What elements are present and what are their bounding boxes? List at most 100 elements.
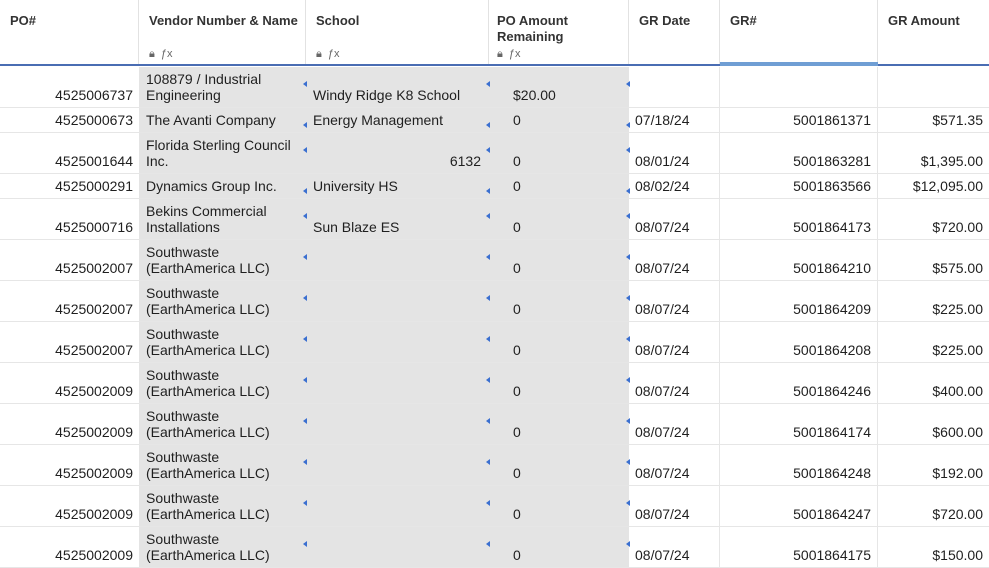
cell-gr-amount[interactable]: $225.00 <box>878 322 989 362</box>
cell-vendor[interactable]: Southwaste (EarthAmerica LLC) <box>139 281 307 321</box>
cell-gr-amount[interactable] <box>878 67 989 107</box>
cell-gr-amount[interactable]: $1,395.00 <box>878 133 989 173</box>
cell-gr-number[interactable]: 5001863281 <box>720 133 878 173</box>
cell-vendor[interactable]: Southwaste (EarthAmerica LLC) <box>139 240 307 280</box>
cell-gr-number[interactable]: 5001864174 <box>720 404 878 444</box>
cell-gr-date[interactable]: 08/07/24 <box>629 404 720 444</box>
cell-school[interactable] <box>306 404 490 444</box>
table-row[interactable]: 4525000716 Bekins Commercial Installations… <box>0 199 989 240</box>
cell-po[interactable]: 4525002009 <box>0 527 139 567</box>
cell-po-amount[interactable]: $20.00 <box>489 67 630 107</box>
cell-school[interactable] <box>306 486 490 526</box>
cell-vendor[interactable]: Southwaste (EarthAmerica LLC) <box>139 404 307 444</box>
cell-school[interactable]: Sun Blaze ES <box>306 199 490 239</box>
table-row[interactable]: 4525000291 Dynamics Group Inc. University … <box>0 174 989 199</box>
header-gr-amount[interactable]: GR Amount <box>878 0 989 64</box>
cell-gr-number[interactable]: 5001861371 <box>720 108 878 132</box>
cell-vendor[interactable]: Southwaste (EarthAmerica LLC) <box>139 486 307 526</box>
cell-po-amount[interactable]: 0 <box>489 133 630 173</box>
cell-po[interactable]: 4525002009 <box>0 445 139 485</box>
cell-vendor[interactable]: Southwaste (EarthAmerica LLC) <box>139 363 307 403</box>
cell-po-amount[interactable]: 0 <box>489 199 630 239</box>
cell-gr-date[interactable]: 08/07/24 <box>629 363 720 403</box>
cell-po-amount[interactable]: 0 <box>489 174 630 198</box>
table-row[interactable]: 4525002009 Southwaste (EarthAmerica LLC) 0 0… <box>0 404 989 445</box>
cell-gr-amount[interactable]: $571.35 <box>878 108 989 132</box>
table-row[interactable]: 4525000673 The Avanti Company Energy Manag… <box>0 108 989 133</box>
cell-gr-number[interactable]: 5001864247 <box>720 486 878 526</box>
header-vendor[interactable]: Vendor Number & Name 🔒︎ ƒx <box>139 0 306 64</box>
cell-gr-date[interactable]: 08/07/24 <box>629 527 720 567</box>
cell-po[interactable]: 4525002009 <box>0 404 139 444</box>
table-row[interactable]: 4525002009 Southwaste (EarthAmerica LLC) 0 0… <box>0 445 989 486</box>
cell-gr-date[interactable]: 08/07/24 <box>629 199 720 239</box>
cell-gr-number[interactable]: 5001864175 <box>720 527 878 567</box>
header-gr-number[interactable]: GR# <box>720 0 878 64</box>
cell-gr-number[interactable]: 5001864246 <box>720 363 878 403</box>
cell-gr-amount[interactable]: $150.00 <box>878 527 989 567</box>
cell-school[interactable]: Windy Ridge K8 School <box>306 67 490 107</box>
table-row[interactable]: 4525002009 Southwaste (EarthAmerica LLC) 0 0… <box>0 363 989 404</box>
cell-gr-date[interactable]: 08/01/24 <box>629 133 720 173</box>
cell-po[interactable]: 4525002009 <box>0 363 139 403</box>
header-school[interactable]: School 🔒︎ ƒx <box>306 0 489 64</box>
cell-gr-number[interactable]: 5001864173 <box>720 199 878 239</box>
cell-vendor[interactable]: Bekins Commercial Installations <box>139 199 307 239</box>
cell-gr-amount[interactable]: $600.00 <box>878 404 989 444</box>
table-row[interactable]: 4525002007 Southwaste (EarthAmerica LLC) 0 0… <box>0 240 989 281</box>
cell-vendor[interactable]: The Avanti Company <box>139 108 307 132</box>
cell-gr-number[interactable]: 5001864208 <box>720 322 878 362</box>
header-po-amount[interactable]: PO Amount Remaining 🔒︎ ƒx <box>489 0 629 64</box>
cell-po-amount[interactable]: 0 <box>489 108 630 132</box>
cell-gr-number[interactable] <box>720 67 878 107</box>
cell-vendor[interactable]: Southwaste (EarthAmerica LLC) <box>139 322 307 362</box>
cell-school[interactable] <box>306 527 490 567</box>
cell-school[interactable] <box>306 240 490 280</box>
cell-school[interactable] <box>306 322 490 362</box>
cell-gr-date[interactable]: 08/07/24 <box>629 322 720 362</box>
table-row[interactable]: 4525001644 Florida Sterling Council Inc. 61… <box>0 133 989 174</box>
cell-vendor[interactable]: Southwaste (EarthAmerica LLC) <box>139 527 307 567</box>
table-row[interactable]: 4525002009 Southwaste (EarthAmerica LLC) 0 0… <box>0 527 989 568</box>
cell-school[interactable] <box>306 445 490 485</box>
cell-po[interactable]: 4525000716 <box>0 199 139 239</box>
cell-gr-date[interactable]: 08/07/24 <box>629 240 720 280</box>
cell-gr-date[interactable]: 08/07/24 <box>629 281 720 321</box>
cell-vendor[interactable]: Southwaste (EarthAmerica LLC) <box>139 445 307 485</box>
cell-vendor[interactable]: Dynamics Group Inc. <box>139 174 307 198</box>
cell-gr-number[interactable]: 5001864210 <box>720 240 878 280</box>
cell-po-amount[interactable]: 0 <box>489 486 630 526</box>
cell-po-amount[interactable]: 0 <box>489 445 630 485</box>
cell-po[interactable]: 4525002007 <box>0 322 139 362</box>
cell-po[interactable]: 4525000291 <box>0 174 139 198</box>
cell-gr-date[interactable]: 07/18/24 <box>629 108 720 132</box>
cell-gr-date[interactable] <box>629 67 720 107</box>
cell-gr-amount[interactable]: $225.00 <box>878 281 989 321</box>
cell-po[interactable]: 4525002009 <box>0 486 139 526</box>
cell-gr-number[interactable]: 5001864209 <box>720 281 878 321</box>
cell-gr-amount[interactable]: $575.00 <box>878 240 989 280</box>
cell-po-amount[interactable]: 0 <box>489 322 630 362</box>
cell-gr-date[interactable]: 08/07/24 <box>629 445 720 485</box>
cell-po-amount[interactable]: 0 <box>489 527 630 567</box>
cell-vendor[interactable]: 108879 / Industrial Engineering <box>139 67 307 107</box>
cell-gr-amount[interactable]: $400.00 <box>878 363 989 403</box>
cell-gr-amount[interactable]: $12,095.00 <box>878 174 989 198</box>
cell-school[interactable]: Energy Management <box>306 108 490 132</box>
cell-po-amount[interactable]: 0 <box>489 404 630 444</box>
cell-gr-date[interactable]: 08/07/24 <box>629 486 720 526</box>
cell-school[interactable]: University HS <box>306 174 490 198</box>
cell-po-amount[interactable]: 0 <box>489 281 630 321</box>
cell-gr-number[interactable]: 5001864248 <box>720 445 878 485</box>
header-gr-date[interactable]: GR Date <box>629 0 720 64</box>
table-row[interactable]: 4525002007 Southwaste (EarthAmerica LLC) 0 0… <box>0 322 989 363</box>
cell-po-amount[interactable]: 0 <box>489 363 630 403</box>
cell-po[interactable]: 4525002007 <box>0 240 139 280</box>
cell-school[interactable] <box>306 363 490 403</box>
cell-po[interactable]: 4525001644 <box>0 133 139 173</box>
cell-po[interactable]: 4525000673 <box>0 108 139 132</box>
cell-gr-amount[interactable]: $192.00 <box>878 445 989 485</box>
cell-po-amount[interactable]: 0 <box>489 240 630 280</box>
cell-school[interactable]: 6132 <box>306 133 490 173</box>
cell-gr-amount[interactable]: $720.00 <box>878 486 989 526</box>
